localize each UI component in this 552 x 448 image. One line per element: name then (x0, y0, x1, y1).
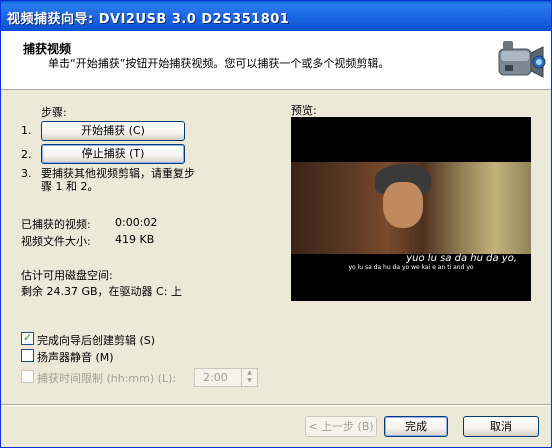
stop-capture-button[interactable]: 停止捕获 (T) (41, 144, 185, 164)
steps-heading: 步骤: (41, 106, 67, 119)
header-description: 单击“开始捕获”按钮开始捕获视频。您可以捕获一个或多个视频剪辑。 (48, 57, 390, 70)
wizard-header: 捕获视频 单击“开始捕获”按钮开始捕获视频。您可以捕获一个或多个视频剪辑。 (1, 31, 551, 90)
back-button[interactable]: < 上一步 (B) (305, 416, 377, 437)
checkmark-icon: ✓ (23, 331, 33, 344)
spin-up-icon[interactable]: ▲ (242, 369, 257, 377)
time-limit-spinner[interactable]: 2:00 ▲ ▼ (194, 368, 258, 387)
finish-button[interactable]: 完成 (384, 416, 448, 437)
mute-speaker-label[interactable]: 扬声器静音 (M) (37, 349, 114, 365)
spinner-buttons: ▲ ▼ (241, 369, 257, 386)
create-clips-checkbox[interactable]: ✓ (21, 331, 34, 345)
video-frame (291, 162, 531, 254)
captured-video-label: 已捕获的视频: (21, 218, 91, 231)
camcorder-icon (498, 41, 546, 78)
preview-subtitle-small: yo lu sa da hu da yo we kai e an ti and … (348, 264, 474, 271)
title-bar[interactable]: 视频捕获向导: DVI2USB 3.0 D2S351801 (1, 1, 551, 31)
preview-subtitle: yuo lu sa da hu da yo, (406, 253, 517, 264)
cancel-button[interactable]: 取消 (463, 416, 539, 437)
step3-number: 3. (21, 167, 32, 180)
file-size-label: 视频文件大小: (21, 235, 91, 248)
capture-wizard-window: 视频捕获向导: DVI2USB 3.0 D2S351801 捕获视频 单击“开始… (0, 0, 552, 448)
time-limit-value: 2:00 (203, 371, 228, 384)
captured-video-value: 0:00:02 (115, 216, 158, 229)
face-shape (383, 182, 423, 228)
window-title: 视频捕获向导: DVI2USB 3.0 D2S351801 (7, 12, 290, 27)
file-size-value: 419 KB (115, 233, 155, 246)
step2-number: 2. (21, 148, 32, 161)
spin-down-icon[interactable]: ▼ (242, 377, 257, 385)
time-limit-label: 捕获时间限制 (hh:mm) (L): (37, 372, 177, 385)
step3-instruction: 要捕获其他视频剪辑，请重复步骤 1 和 2。 (41, 167, 195, 193)
preview-label: 预览: (291, 104, 317, 117)
mute-speaker-checkbox[interactable] (21, 349, 34, 362)
create-clips-label[interactable]: 完成向导后创建剪辑 (S) (37, 332, 155, 348)
step1-number: 1. (21, 124, 32, 137)
disk-space-value: 剩余 24.37 GB，在驱动器 C: 上 (21, 285, 182, 298)
start-capture-button[interactable]: 开始捕获 (C) (41, 121, 185, 141)
time-limit-checkbox[interactable] (21, 370, 34, 383)
disk-space-label: 估计可用磁盘空间: (21, 269, 113, 282)
footer-divider (1, 404, 551, 406)
video-preview: yuo lu sa da hu da yo, yo lu sa da hu da… (291, 117, 531, 301)
